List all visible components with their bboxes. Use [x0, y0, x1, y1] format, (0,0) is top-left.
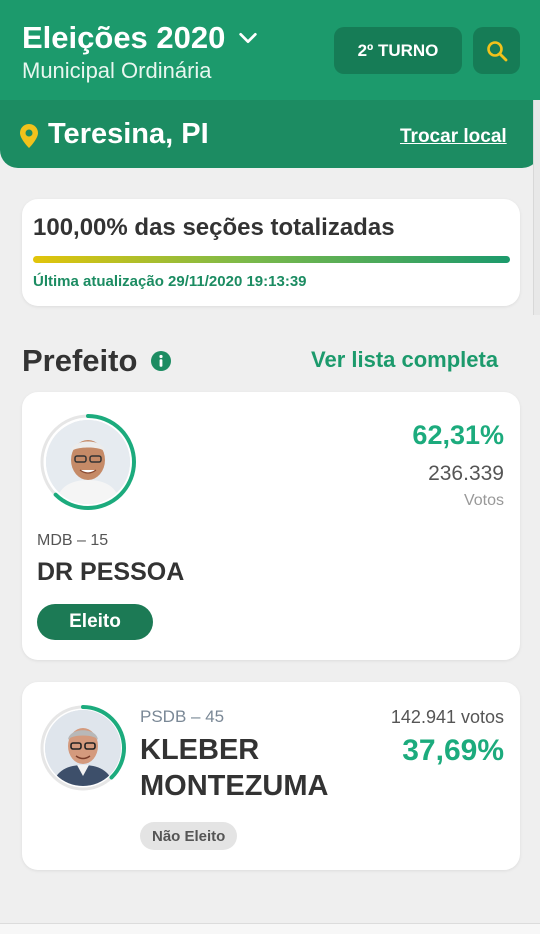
candidate-name: DR PESSOA — [37, 558, 185, 586]
progress-fill — [33, 256, 510, 263]
status-badge: Eleito — [37, 604, 153, 640]
avatar — [38, 412, 138, 512]
candidate-name-line1: KLEBER — [140, 734, 260, 766]
totalization-card: 100,00% das seções totalizadas Última at… — [22, 199, 520, 306]
turno-button[interactable]: 2º TURNO — [334, 27, 462, 74]
chevron-down-icon — [239, 32, 258, 44]
candidate-card[interactable]: 62,31% 236.339 Votos MDB – 15 DR PESSOA … — [22, 392, 520, 660]
totalization-title: 100,00% das seções totalizadas — [33, 214, 395, 241]
info-icon[interactable] — [151, 351, 172, 371]
avatar — [38, 703, 128, 793]
totalization-progress-bar — [33, 256, 510, 263]
candidate-votes: 236.339 — [428, 462, 504, 485]
candidate-photo — [45, 710, 121, 786]
search-icon — [486, 40, 507, 61]
candidate-votes: 142.941 votos — [390, 707, 504, 727]
election-selector[interactable]: Eleições 2020 — [22, 20, 259, 56]
votes-label: Votos — [463, 492, 504, 509]
section-title-label: Prefeito — [22, 343, 138, 378]
candidate-percent: 37,69% — [402, 734, 504, 767]
location-name: Teresina, PI — [48, 118, 209, 150]
section-title: Prefeito — [22, 343, 172, 379]
header: Eleições 2020 Municipal Ordinária 2º TUR… — [0, 0, 540, 168]
bottom-bar — [0, 923, 540, 934]
candidate-party: PSDB – 45 — [140, 707, 225, 726]
candidate-photo — [46, 420, 130, 504]
search-button[interactable] — [473, 27, 520, 74]
candidate-name-line2: MONTEZUMA — [140, 770, 329, 802]
change-location-link[interactable]: Trocar local — [400, 126, 507, 148]
candidate-party: MDB – 15 — [37, 532, 109, 549]
last-update: Última atualização 29/11/2020 19:13:39 — [33, 273, 307, 290]
header-top: Eleições 2020 Municipal Ordinária 2º TUR… — [0, 0, 540, 108]
view-full-list-link[interactable]: Ver lista completa — [311, 347, 498, 373]
location-bar: Teresina, PI Trocar local — [0, 100, 540, 168]
location-pin-icon — [20, 124, 38, 148]
status-badge: Não Eleito — [140, 822, 238, 850]
candidate-name: KLEBER MONTEZUMA — [140, 732, 328, 804]
election-title: Eleições 2020 — [22, 20, 226, 55]
candidate-percent: 62,31% — [412, 420, 504, 450]
candidate-card[interactable]: PSDB – 45 KLEBER MONTEZUMA 142.941 votos… — [22, 682, 520, 870]
election-subtitle: Municipal Ordinária — [22, 58, 212, 83]
scrollbar[interactable] — [533, 100, 540, 315]
